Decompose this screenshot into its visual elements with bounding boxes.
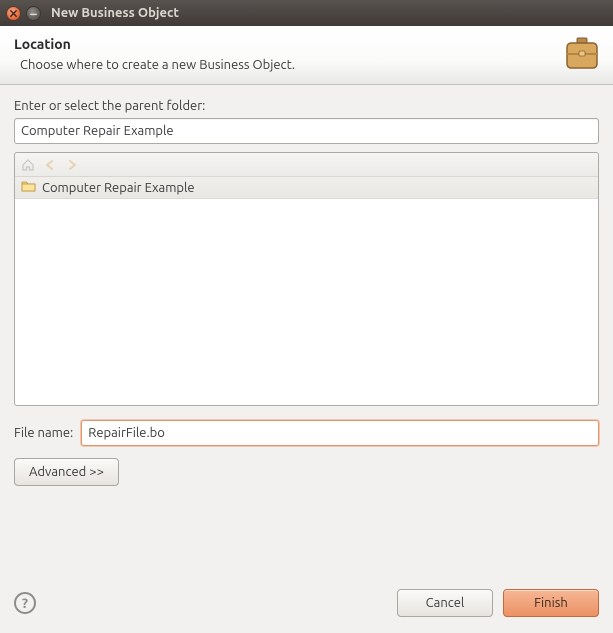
close-window-button[interactable] — [6, 6, 21, 21]
tree-item-label: Computer Repair Example — [42, 181, 195, 195]
minimize-window-button[interactable] — [26, 6, 41, 21]
advanced-button[interactable]: Advanced >> — [14, 458, 119, 486]
window-titlebar: New Business Object — [0, 0, 613, 26]
file-name-label: File name: — [14, 426, 73, 440]
wizard-footer: ? Cancel Finish — [0, 577, 613, 633]
tree-toolbar — [15, 153, 598, 177]
folder-tree[interactable]: Computer Repair Example — [15, 177, 598, 405]
folder-icon — [21, 179, 36, 196]
parent-folder-label: Enter or select the parent folder: — [14, 99, 599, 113]
back-icon[interactable] — [43, 158, 57, 172]
finish-button[interactable]: Finish — [503, 589, 599, 617]
forward-icon[interactable] — [65, 158, 79, 172]
briefcase-icon — [565, 36, 599, 72]
cancel-button[interactable]: Cancel — [397, 589, 493, 617]
wizard-header: Location Choose where to create a new Bu… — [0, 26, 613, 85]
folder-tree-panel: Computer Repair Example — [14, 152, 599, 406]
window-controls — [6, 6, 41, 21]
file-name-input[interactable] — [81, 420, 599, 446]
tree-item[interactable]: Computer Repair Example — [15, 177, 598, 199]
window-title: New Business Object — [51, 6, 179, 20]
page-title: Location — [14, 36, 295, 52]
page-subtitle: Choose where to create a new Business Ob… — [14, 58, 295, 72]
wizard-content: Enter or select the parent folder: — [0, 85, 613, 500]
parent-folder-input[interactable] — [14, 118, 599, 144]
help-button[interactable]: ? — [14, 592, 36, 614]
home-icon[interactable] — [21, 158, 35, 172]
